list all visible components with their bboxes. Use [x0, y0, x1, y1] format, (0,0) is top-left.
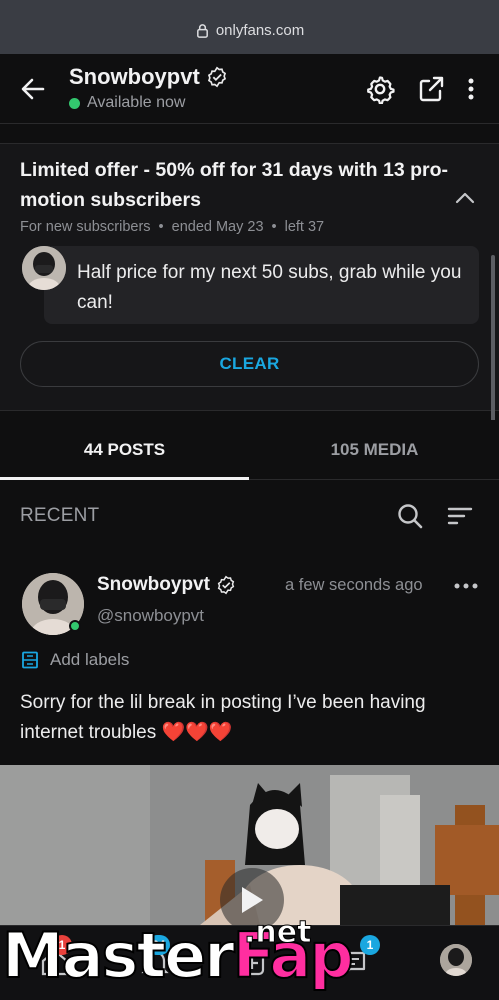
more-horizontal-icon[interactable]: [452, 576, 480, 596]
messages-badge-count: 1: [366, 938, 374, 952]
chevron-up-icon[interactable]: [453, 186, 477, 210]
online-dot-icon: [69, 97, 80, 109]
profile-avatar-nav[interactable]: [440, 944, 472, 976]
availability-status: Available now: [69, 94, 185, 112]
add-labels-text: Add labels: [50, 650, 130, 669]
post-timestamp: a few seconds ago: [285, 576, 423, 594]
tab-media-label: 105 MEDIA: [330, 440, 419, 459]
verified-badge-icon: [217, 575, 235, 595]
post-author-handle[interactable]: @snowboypvt: [97, 606, 204, 626]
avatar-image: [440, 944, 472, 976]
home-badge: 1: [52, 935, 72, 955]
tab-media[interactable]: 105 MEDIA: [250, 420, 499, 480]
avatar: [22, 246, 66, 290]
browser-bar: onlyfans.com: [0, 0, 499, 54]
bottom-navigation: [0, 925, 499, 1000]
post-author-name[interactable]: Snowboypvt: [97, 574, 236, 596]
notifications-badge: 24: [147, 935, 171, 955]
more-vertical-icon[interactable]: [456, 74, 486, 104]
promotion-audience: For new subscribers: [20, 219, 151, 235]
profile-name: Snowboypvt: [69, 64, 228, 90]
play-button[interactable]: [220, 868, 284, 932]
availability-text: Available now: [87, 94, 186, 111]
promotion-message-text: Half price for my next 50 subs, grab whi…: [77, 262, 462, 313]
play-icon: [242, 887, 263, 913]
avatar-image: [22, 246, 66, 290]
profile-header: Snowboypvt Available now: [0, 54, 499, 124]
clear-button-label: CLEAR: [219, 354, 280, 373]
promotion-message: Half price for my next 50 subs, grab whi…: [44, 246, 479, 324]
search-icon[interactable]: [396, 502, 424, 530]
status-bar-fragment: [55, 0, 111, 4]
home-badge-count: 1: [58, 938, 66, 952]
promotion-meta: For new subscribers • ended May 23 • lef…: [20, 219, 324, 235]
messages-badge: 1: [360, 935, 380, 955]
settings-gear-icon[interactable]: [365, 74, 395, 104]
online-dot-icon: [69, 620, 81, 632]
tab-posts-label: 44 POSTS: [83, 440, 166, 459]
active-tab-indicator: [0, 477, 249, 480]
meta-separator-icon: •: [158, 219, 164, 235]
post-text: Sorry for the lil break in posting I’ve …: [20, 692, 426, 743]
post-author-text: Snowboypvt: [97, 574, 210, 595]
profile-name-text: Snowboypvt: [69, 64, 200, 89]
add-post-icon[interactable]: [235, 946, 269, 980]
label-icon: [22, 651, 38, 669]
back-arrow-icon[interactable]: [18, 74, 48, 104]
url-text: onlyfans.com: [215, 22, 305, 39]
scrollbar[interactable]: [491, 255, 495, 437]
promotion-title: Limited offer - 50% off for 31 days with…: [20, 159, 448, 211]
section-label: RECENT: [20, 505, 100, 526]
promotion-ended: ended May 23: [171, 219, 264, 235]
add-labels-button[interactable]: Add labels: [20, 650, 129, 670]
promotion-left: left 37: [284, 219, 325, 235]
share-icon[interactable]: [416, 74, 446, 104]
profile-tabs: 44 POSTS 105 MEDIA: [0, 420, 499, 480]
tab-posts[interactable]: 44 POSTS: [0, 420, 249, 480]
lock-icon: [196, 24, 208, 38]
clear-button[interactable]: CLEAR: [20, 341, 479, 387]
sort-icon[interactable]: [446, 502, 474, 530]
promotion-card: Limited offer - 50% off for 31 days with…: [0, 143, 499, 411]
address-bar[interactable]: onlyfans.com: [0, 22, 499, 39]
meta-separator-icon: •: [271, 219, 277, 235]
verified-badge-icon: [207, 66, 226, 88]
notifications-badge-count: 24: [152, 938, 166, 952]
